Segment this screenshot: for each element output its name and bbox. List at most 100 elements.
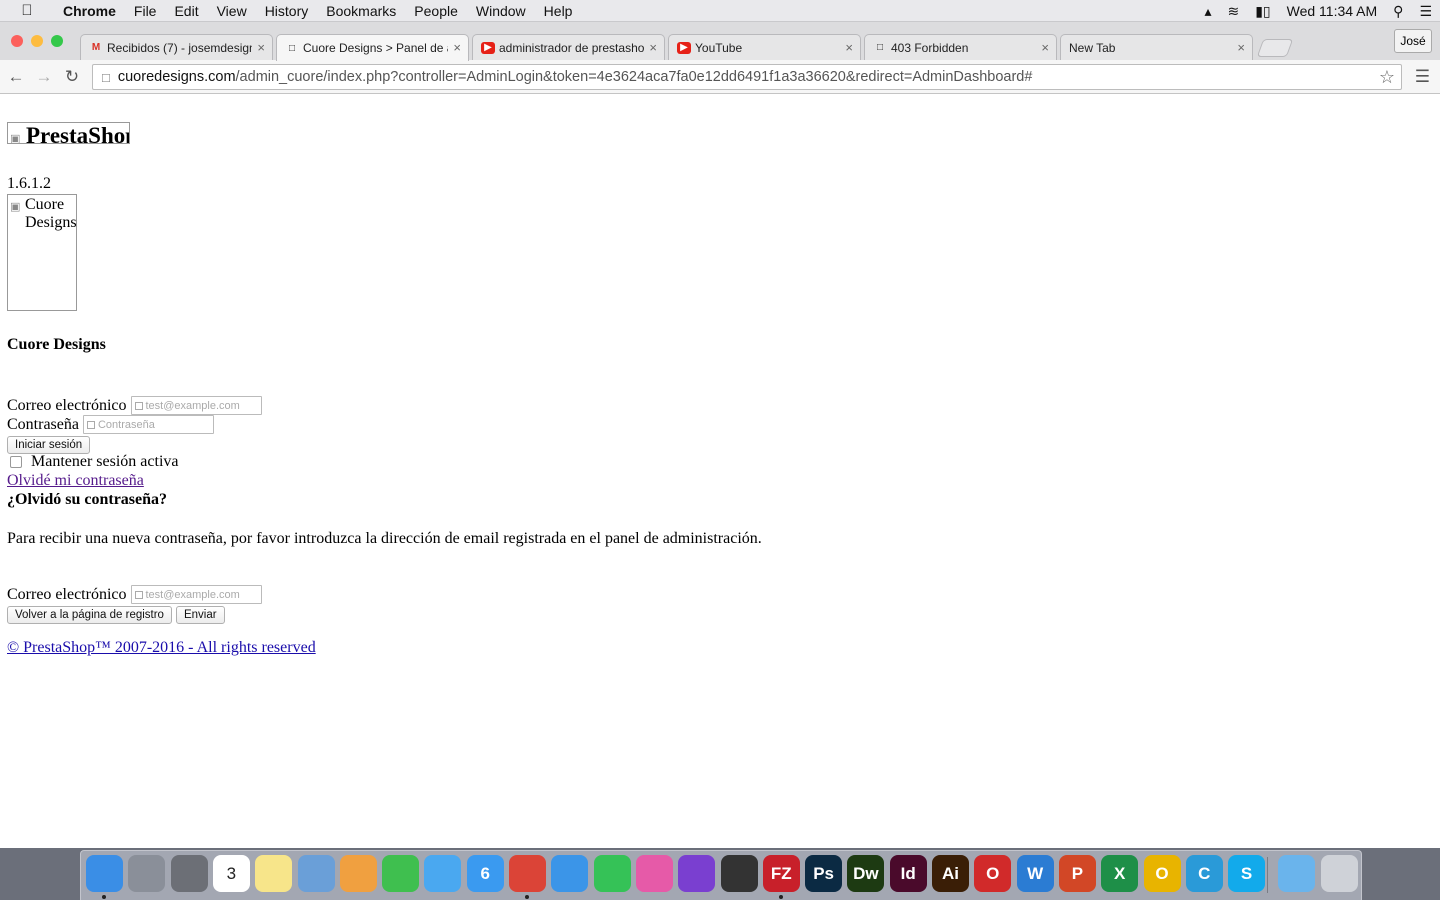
excel-icon[interactable]: X [1101, 855, 1139, 892]
ccleaner-icon[interactable]: C [1185, 855, 1223, 892]
filezilla-icon[interactable]: FZ [762, 855, 800, 892]
spotlight-search-icon[interactable]: ⚲ [1385, 3, 1411, 20]
menu-history[interactable]: History [256, 0, 318, 22]
itunes-icon[interactable] [635, 855, 673, 892]
photos-icon[interactable] [339, 855, 377, 892]
new-tab-button[interactable] [1256, 39, 1294, 57]
forward-arrow-icon[interactable]: → [33, 66, 55, 88]
powerpoint-icon[interactable]: P [1058, 855, 1096, 892]
forgot-actions-row: Volver a la página de registro Enviar [7, 606, 229, 624]
chrome-window: M Recibidos (7) - josemdesign × □ Cuore … [0, 22, 1440, 848]
shop-image-broken: ▣ Cuore Designs [7, 194, 77, 311]
tab-gmail[interactable]: M Recibidos (7) - josemdesign × [80, 34, 273, 60]
imovie-icon[interactable] [678, 855, 716, 892]
login-password-input[interactable]: Contraseña [82, 415, 214, 434]
preview-icon[interactable] [297, 855, 335, 892]
whatsapp-icon[interactable] [593, 855, 631, 892]
forgot-email-input[interactable]: test@example.com [130, 585, 262, 604]
menu-view[interactable]: View [208, 0, 256, 22]
opera-icon[interactable]: O [974, 855, 1012, 892]
forgot-heading: ¿Olvidó su contraseña? [7, 491, 168, 508]
page-content: ▣ PrestaShop 1.6.1.2 ▣ Cuore Designs Cuo… [0, 95, 1440, 848]
apple-menu-icon[interactable]:  [0, 2, 54, 19]
close-tab-icon[interactable]: × [845, 40, 853, 55]
tab-new-tab[interactable]: New Tab × [1060, 34, 1253, 60]
url-path: /admin_cuore/index.php?controller=AdminL… [235, 69, 1033, 85]
back-arrow-icon[interactable]: ← [5, 66, 27, 88]
safari-icon[interactable] [551, 855, 589, 892]
close-tab-icon[interactable]: × [649, 40, 657, 55]
close-tab-icon[interactable]: × [257, 40, 265, 55]
adobe-status-icon[interactable]: ▴ [1196, 3, 1219, 20]
menubar:  Chrome File Edit View History Bookmark… [0, 0, 1440, 22]
close-tab-icon[interactable]: × [1237, 40, 1245, 55]
footer-copyright-link[interactable]: © PrestaShop™ 2007-2016 - All rights res… [7, 639, 316, 657]
shop-name-heading: Cuore Designs [7, 336, 106, 353]
dreamweaver-icon[interactable]: Dw [847, 855, 885, 892]
menu-bookmarks[interactable]: Bookmarks [317, 0, 405, 22]
word-icon[interactable]: W [1016, 855, 1054, 892]
launchpad-icon[interactable] [128, 855, 166, 892]
calendar-icon[interactable]: 3 [212, 855, 250, 892]
indesign-icon[interactable]: Id [889, 855, 927, 892]
wifi-icon[interactable]: ≋ [1219, 3, 1247, 20]
broken-image-icon: ▣ [10, 133, 21, 144]
email-label: Correo electrónico [7, 396, 127, 414]
menu-app-name[interactable]: Chrome [54, 0, 125, 22]
bookmark-star-icon[interactable]: ☆ [1379, 67, 1395, 88]
page-info-icon[interactable]: □ [102, 70, 110, 85]
downloads-folder-icon[interactable] [1278, 855, 1316, 892]
menu-file[interactable]: File [125, 0, 166, 22]
dock: 3 6 FZ Ps Dw Id Ai O W P X O C S [80, 850, 1362, 900]
youtube-icon: ▶ [677, 41, 691, 54]
chrome-menu-icon[interactable]: ☰ [1415, 67, 1430, 87]
illustrator-icon[interactable]: Ai [932, 855, 969, 892]
forgot-password-link[interactable]: Olvidé mi contraseña [7, 472, 144, 490]
back-to-login-button[interactable]: Volver a la página de registro [7, 606, 172, 624]
version-text: 1.6.1.2 [7, 175, 51, 192]
login-email-input[interactable]: test@example.com [130, 396, 262, 415]
address-bar[interactable]: □ cuoredesigns.com/admin_cuore/index.php… [92, 64, 1402, 90]
tab-administrador-prestashop[interactable]: ▶ administrador de prestashop × [472, 34, 665, 60]
trash-icon[interactable] [1320, 855, 1358, 892]
skype-icon[interactable]: S [1228, 855, 1266, 892]
photoshop-icon[interactable]: Ps [805, 855, 843, 892]
chrome-icon[interactable] [509, 855, 546, 892]
menu-help[interactable]: Help [535, 0, 582, 22]
dock-separator [1267, 857, 1268, 893]
tab-strip: M Recibidos (7) - josemdesign × □ Cuore … [0, 22, 1440, 61]
onenote-icon[interactable]: O [1143, 855, 1181, 892]
system-preferences-icon[interactable] [170, 855, 208, 892]
zoom-window-button[interactable] [51, 35, 63, 47]
menu-people[interactable]: People [405, 0, 467, 22]
close-tab-icon[interactable]: × [453, 40, 461, 55]
stay-logged-checkbox[interactable] [10, 456, 22, 468]
messages-icon[interactable] [424, 855, 462, 892]
running-indicator [778, 895, 783, 899]
send-button[interactable]: Enviar [175, 606, 225, 624]
battery-icon[interactable]: ▮▯ [1247, 3, 1278, 20]
facetime-icon[interactable] [382, 855, 420, 892]
profile-button[interactable]: José [1394, 29, 1432, 53]
final-cut-icon[interactable] [720, 855, 758, 892]
notes-icon[interactable] [255, 855, 293, 892]
forgot-email-label: Correo electrónico [7, 585, 127, 603]
close-tab-icon[interactable]: × [1041, 40, 1049, 55]
forgot-email-row: Correo electrónico test@example.com [7, 585, 262, 604]
app-store-icon[interactable]: 6 [466, 855, 504, 892]
reload-icon[interactable]: ↻ [61, 66, 83, 88]
finder-icon[interactable] [86, 855, 123, 892]
login-submit-button[interactable]: Iniciar sesión [7, 436, 91, 454]
menu-window[interactable]: Window [467, 0, 535, 22]
notification-center-icon[interactable]: ☰ [1411, 3, 1440, 20]
page-icon: □ [876, 42, 884, 53]
minimize-window-button[interactable] [31, 35, 43, 47]
youtube-icon: ▶ [481, 41, 495, 54]
clock[interactable]: Wed 11:34 AM [1279, 3, 1386, 19]
tab-cuore-designs[interactable]: □ Cuore Designs > Panel de ad × [276, 34, 469, 61]
close-window-button[interactable] [11, 35, 23, 47]
menu-edit[interactable]: Edit [165, 0, 207, 22]
tab-403-forbidden[interactable]: □ 403 Forbidden × [864, 34, 1057, 60]
tab-youtube[interactable]: ▶ YouTube × [668, 34, 861, 60]
running-indicator [102, 895, 106, 899]
